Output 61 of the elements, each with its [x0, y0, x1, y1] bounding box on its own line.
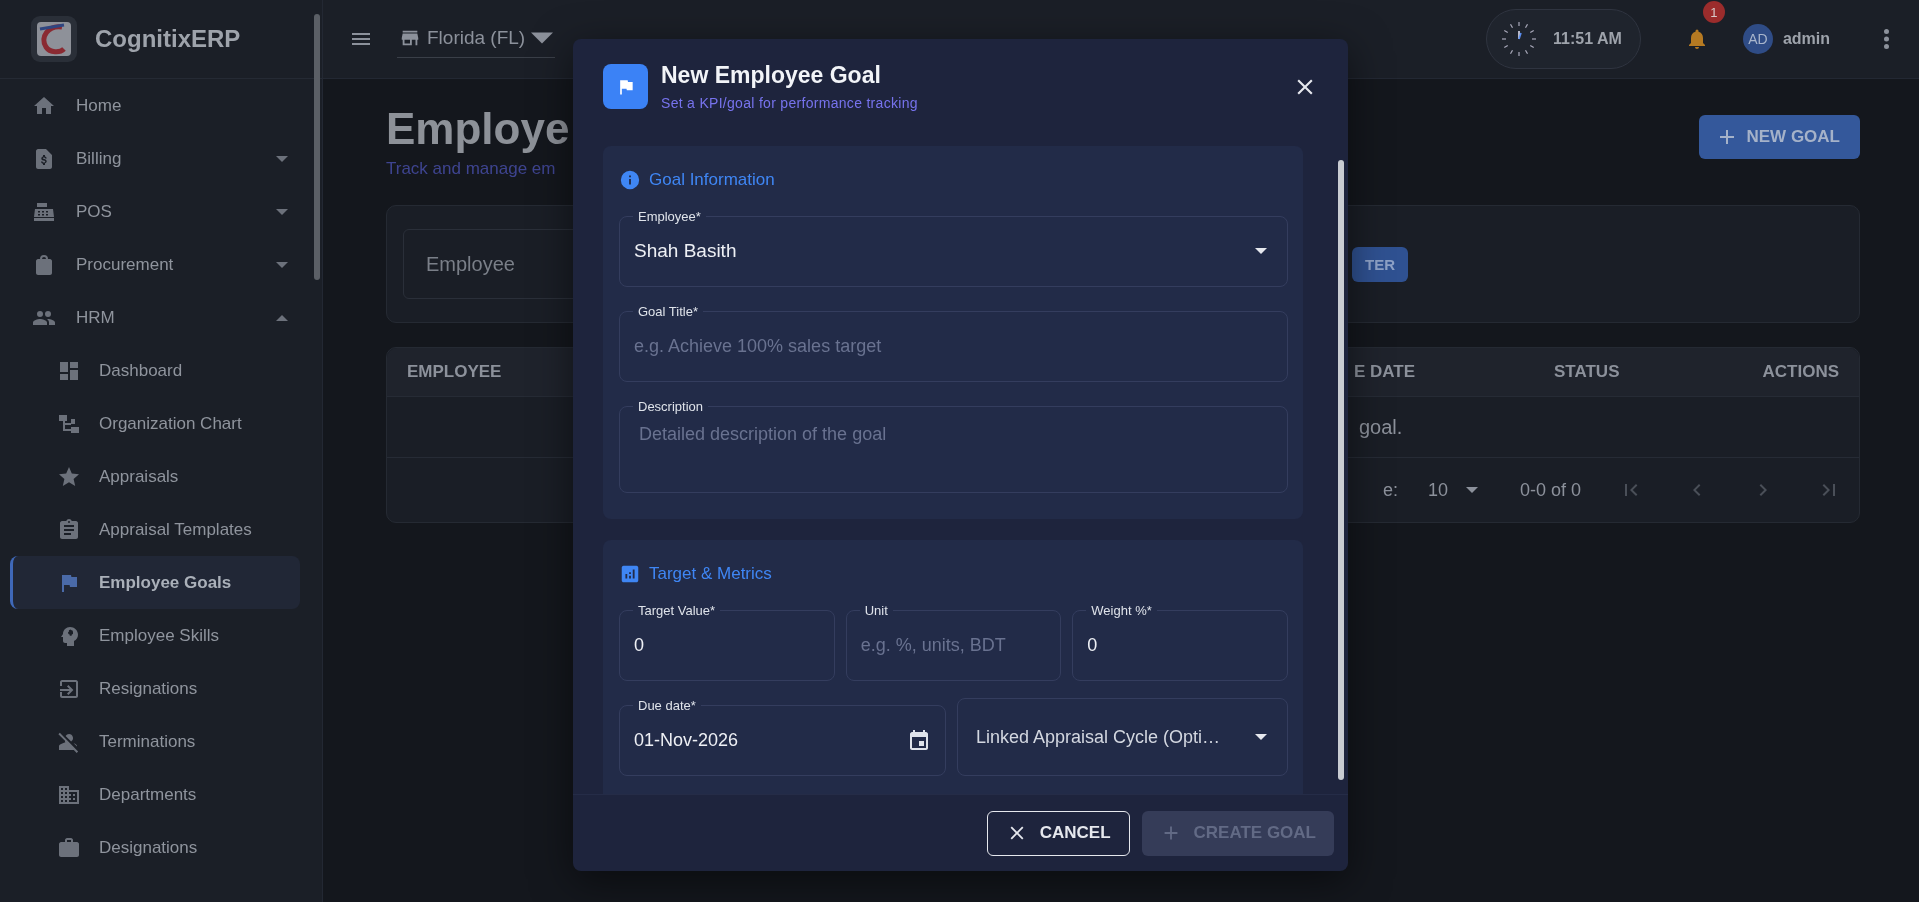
dialog-subtitle: Set a KPI/goal for performance tracking	[661, 95, 919, 111]
empty-message: goal.	[1359, 415, 1404, 439]
location-select[interactable]: Florida (FL)	[397, 20, 556, 58]
nav-item[interactable]: Employee Goals	[10, 556, 300, 609]
more-button[interactable]	[1884, 29, 1889, 49]
calendar-icon	[907, 728, 931, 752]
caret-down-icon	[1465, 487, 1478, 493]
column-header: EMPLOYEE	[407, 362, 502, 382]
select-field[interactable]: Employee* Shah Basith	[619, 209, 1288, 287]
page-subtitle: Track and manage em	[386, 159, 557, 179]
filter-button[interactable]: TER	[1352, 246, 1408, 282]
input-field[interactable]: Weight %* 0	[1072, 603, 1288, 681]
column-header: E DATE	[1354, 362, 1416, 382]
caret-down-icon	[1255, 734, 1267, 740]
nav-item[interactable]: Dashboard	[0, 344, 322, 397]
nav-item[interactable]: POS	[0, 185, 322, 238]
nav-item[interactable]: Appraisals	[0, 450, 322, 503]
caret-down-icon	[1255, 248, 1267, 254]
nav-item[interactable]: Organization Chart	[0, 397, 322, 450]
caret-up-icon	[276, 314, 288, 321]
notification-count: 1	[1702, 1, 1725, 23]
nav-item[interactable]: Home	[0, 79, 322, 132]
nav-item[interactable]: Resignations	[0, 662, 322, 715]
page-title: Employe	[386, 103, 570, 155]
nav-item[interactable]: Billing	[0, 132, 322, 185]
briefcase-icon	[57, 835, 81, 860]
new-goal-button[interactable]: NEW GOAL	[1698, 115, 1860, 159]
bar-chart-icon	[619, 563, 641, 585]
nav-item[interactable]: Employee Skills	[0, 609, 322, 662]
cancel-button[interactable]: CANCEL	[986, 810, 1130, 856]
input-field[interactable]: Target Value* 0	[619, 603, 835, 681]
column-header: ACTIONS	[1762, 362, 1839, 382]
caret-down-icon	[276, 261, 288, 268]
rows-per-page-select[interactable]: 10	[1427, 479, 1478, 501]
input-field[interactable]: Goal Title* e.g. Achieve 100% sales target	[619, 304, 1288, 382]
info-icon	[619, 169, 641, 191]
select-field[interactable]: Linked Appraisal Cycle (Opti…	[957, 698, 1288, 776]
logo-icon	[30, 15, 78, 63]
nav-item[interactable]: Terminations	[0, 715, 322, 768]
more-icon	[1884, 29, 1889, 49]
date-field[interactable]: Due date* 01-Nov-2026	[619, 698, 946, 776]
nav-item[interactable]: Designations	[0, 821, 322, 874]
textarea-field[interactable]: Description Detailed description of the goal	[619, 399, 1288, 493]
page-range: 0-0 of 0	[1519, 479, 1581, 501]
clock-widget: 11:51 AM	[1486, 9, 1641, 69]
avatar: AD	[1742, 24, 1773, 54]
section-title: Target & Metrics	[649, 564, 772, 584]
rows-per-page-label: e:	[1382, 479, 1398, 501]
nav-item[interactable]: Procurement	[0, 238, 322, 291]
app-name: CognitixERP	[95, 25, 241, 53]
input-field[interactable]: Unit e.g. %, units, BDT	[845, 603, 1062, 681]
section-title: Goal Information	[649, 170, 775, 190]
nav-item[interactable]: HRM	[0, 291, 322, 344]
user-menu[interactable]: AD admin	[1742, 24, 1830, 54]
caret-down-icon	[276, 208, 288, 215]
column-header: STATUS	[1554, 362, 1620, 382]
caret-down-icon	[276, 155, 288, 162]
clipboard-icon	[57, 517, 81, 542]
dialog-title: New Employee Goal	[661, 62, 882, 89]
nav-item[interactable]: Departments	[0, 768, 322, 821]
nav-item[interactable]: Appraisal Templates	[0, 503, 322, 556]
